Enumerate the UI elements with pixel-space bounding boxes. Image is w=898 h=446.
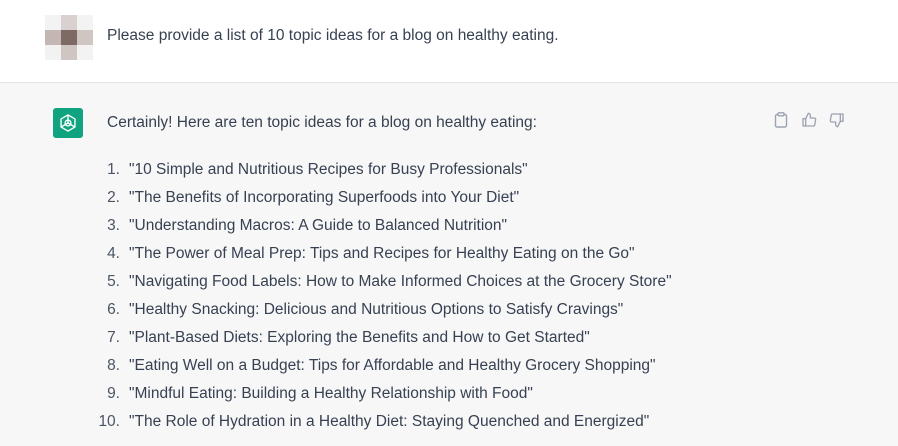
assistant-intro-text: Certainly! Here are ten topic ideas for … [107,114,537,131]
list-item: 9. "Mindful Eating: Building a Healthy Re… [0,384,898,412]
avatar-pixel [45,30,61,45]
copy-button[interactable] [772,111,790,129]
avatar-pixel [45,45,61,60]
list-item: 7. "Plant-Based Diets: Exploring the Bene… [0,328,898,356]
openai-logo-icon [53,108,83,138]
avatar-pixel [61,15,77,30]
list-item-number: 5. [107,273,120,290]
thumbs-down-icon [829,113,844,128]
list-item-text: "Understanding Macros: A Guide to Balanc… [129,217,508,234]
list-item: 5. "Navigating Food Labels: How to Make I… [0,272,898,300]
avatar-pixel [77,45,93,60]
list-item: 10. "The Role of Hydration in a Healthy D… [0,412,898,440]
list-item: 4. "The Power of Meal Prep: Tips and Reci… [0,244,898,272]
list-item: 8. "Eating Well on a Budget: Tips for Aff… [0,356,898,384]
list-item-number: 10. [98,413,120,430]
message-actions [772,111,846,129]
list-item-text: "Eating Well on a Budget: Tips for Affor… [129,357,656,374]
list-item-number: 4. [107,245,120,262]
user-avatar [45,15,93,60]
list-item: 6. "Healthy Snacking: Delicious and Nutri… [0,300,898,328]
thumbs-down-button[interactable] [828,111,846,129]
thumbs-up-icon [802,112,817,127]
avatar-pixel [77,30,93,45]
user-message-row: Please provide a list of 10 topic ideas … [0,0,898,83]
list-item: 3. "Understanding Macros: A Guide to Bala… [0,216,898,244]
topic-list: 1. "10 Simple and Nutritious Recipes for … [0,160,898,440]
avatar-pixel [45,15,61,30]
avatar-pixel [77,15,93,30]
list-item-text: "Mindful Eating: Building a Healthy Rela… [129,385,533,402]
list-item-text: "The Role of Hydration in a Healthy Diet… [129,413,650,430]
list-item-text: "The Power of Meal Prep: Tips and Recipe… [129,245,635,262]
list-item-text: "10 Simple and Nutritious Recipes for Bu… [129,161,528,178]
avatar-pixel [61,30,77,45]
list-item-number: 3. [107,217,120,234]
list-item-number: 2. [107,189,120,206]
thumbs-up-button[interactable] [800,111,818,129]
list-item-number: 8. [107,357,120,374]
list-item-number: 7. [107,329,120,346]
list-item-text: "Healthy Snacking: Delicious and Nutriti… [129,301,624,318]
avatar-pixel [61,45,77,60]
list-item: 2. "The Benefits of Incorporating Superfo… [0,188,898,216]
list-item-number: 6. [107,301,120,318]
list-item-text: "Navigating Food Labels: How to Make Inf… [129,273,672,290]
list-item-text: "Plant-Based Diets: Exploring the Benefi… [129,329,590,346]
list-item: 1. "10 Simple and Nutritious Recipes for … [0,160,898,188]
list-item-number: 1. [107,161,120,178]
list-item-text: "The Benefits of Incorporating Superfood… [129,189,520,206]
user-message-text: Please provide a list of 10 topic ideas … [107,27,559,44]
copy-icon [774,112,788,128]
list-item-number: 9. [107,385,120,402]
